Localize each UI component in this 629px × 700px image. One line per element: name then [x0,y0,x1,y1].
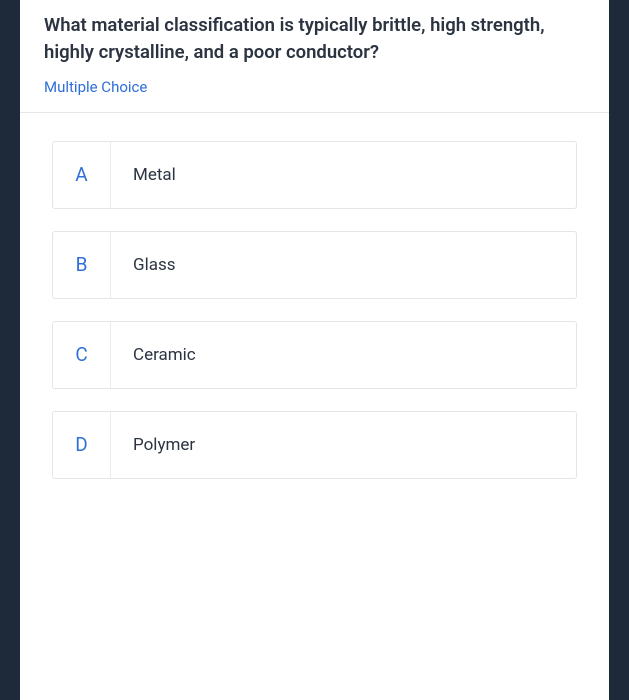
option-letter: D [53,412,111,478]
option-d[interactable]: D Polymer [52,411,577,479]
option-letter: A [53,142,111,208]
question-card: What material classification is typicall… [20,0,609,700]
question-type-label: Multiple Choice [44,78,585,96]
option-b[interactable]: B Glass [52,231,577,299]
option-letter: C [53,322,111,388]
options-list: A Metal B Glass C Ceramic D Polymer [20,113,609,479]
option-text: Polymer [111,412,576,478]
option-text: Metal [111,142,576,208]
question-header: What material classification is typicall… [20,0,609,113]
question-text: What material classification is typicall… [44,12,585,66]
option-text: Ceramic [111,322,576,388]
option-c[interactable]: C Ceramic [52,321,577,389]
option-text: Glass [111,232,576,298]
option-letter: B [53,232,111,298]
option-a[interactable]: A Metal [52,141,577,209]
